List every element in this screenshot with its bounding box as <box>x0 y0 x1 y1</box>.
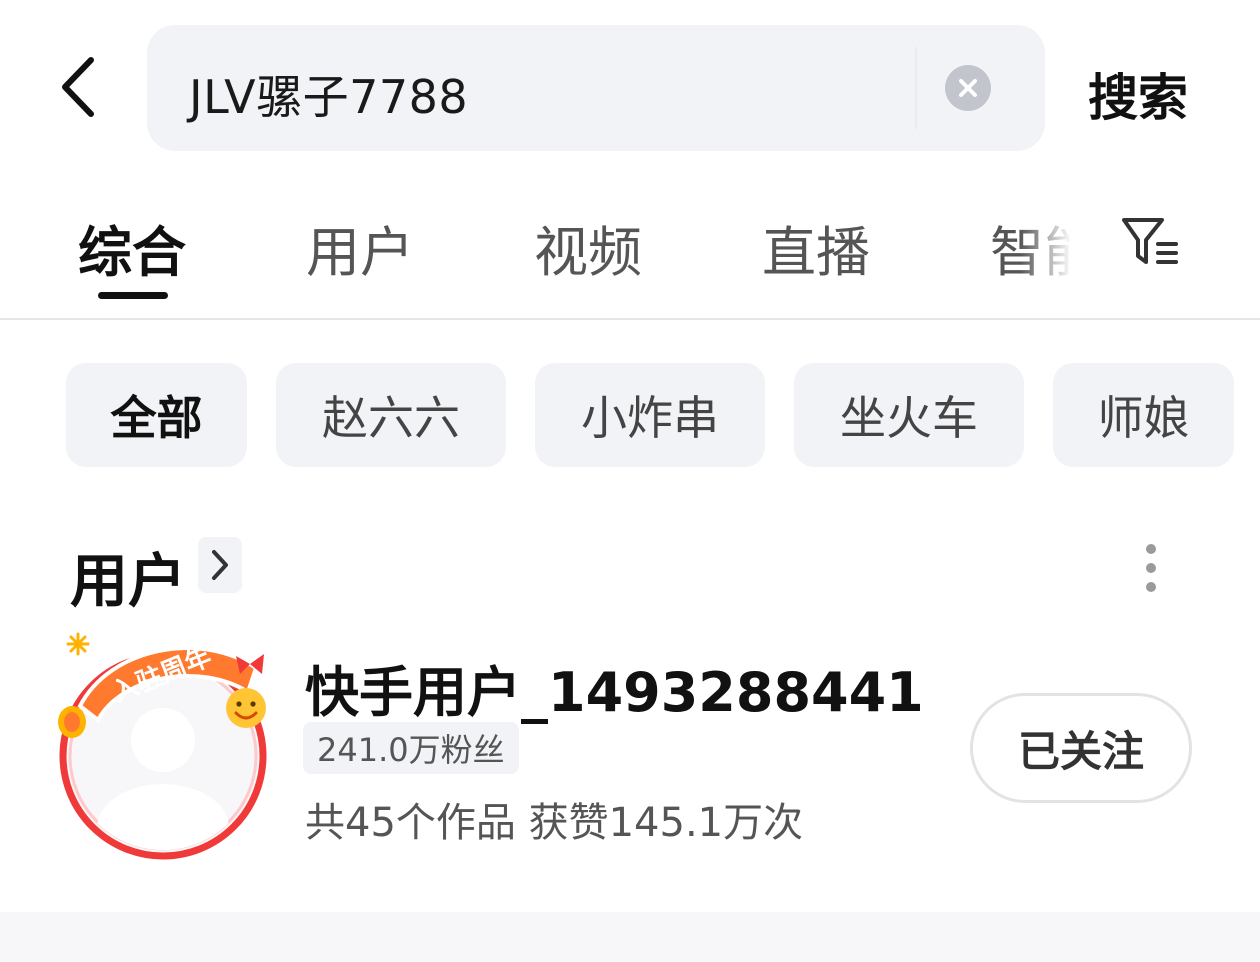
search-results-page: JLV骡子7788 搜索 综合 用户 视频 直播 智能 全部 赵六六 小炸串 坐… <box>0 0 1260 962</box>
tab-live[interactable]: 直播 <box>762 208 870 287</box>
lantern-icon <box>58 706 86 738</box>
chip-zhao-liuliu[interactable]: 赵六六 <box>276 363 506 467</box>
tab-users[interactable]: 用户 <box>306 208 414 287</box>
more-dot <box>1146 563 1156 573</box>
users-section-title[interactable]: 用户 <box>70 534 186 618</box>
search-divider <box>915 47 917 129</box>
more-options-button[interactable] <box>1130 540 1172 596</box>
filter-button[interactable] <box>1118 210 1182 274</box>
users-section-more-button[interactable] <box>198 537 242 593</box>
close-icon <box>959 79 977 97</box>
more-vertical-icon <box>1146 544 1156 554</box>
section-separator <box>0 912 1260 962</box>
back-button[interactable] <box>44 52 114 122</box>
chip-xiao-zhachuan[interactable]: 小炸串 <box>535 363 765 467</box>
avatar-anniversary-frame: 入驻周年 <box>58 632 267 860</box>
search-button[interactable]: 搜索 <box>1088 58 1188 130</box>
more-dot <box>1146 582 1156 592</box>
search-input[interactable]: JLV骡子7788 <box>147 25 1045 151</box>
tab-comprehensive[interactable]: 综合 <box>78 208 186 287</box>
user-stats: 共45个作品 获赞145.1万次 <box>305 800 804 846</box>
chip-all[interactable]: 全部 <box>66 363 247 467</box>
clear-search-button[interactable] <box>945 65 991 111</box>
search-query-text[interactable]: JLV骡子7788 <box>189 61 468 127</box>
chip-zuo-huoche[interactable]: 坐火车 <box>794 363 1024 467</box>
result-tabs: 综合 用户 视频 直播 智能 <box>0 190 1070 300</box>
avatar[interactable]: 入驻周年 <box>50 628 276 864</box>
chip-shiniang[interactable]: 师娘 <box>1053 363 1234 467</box>
tab-overflow-fade <box>1020 190 1072 290</box>
tab-videos[interactable]: 视频 <box>534 208 642 287</box>
fans-count-badge: 241.0万粉丝 <box>303 722 519 774</box>
tabs-divider <box>0 318 1260 320</box>
chevron-right-icon <box>212 550 228 580</box>
follow-button[interactable]: 已关注 <box>970 693 1192 803</box>
chevron-left-icon <box>62 57 94 117</box>
smiley-icon <box>226 688 266 728</box>
active-tab-indicator <box>98 292 168 299</box>
filter-icon <box>1122 218 1178 264</box>
sparkle-icon <box>66 632 90 656</box>
user-name[interactable]: 快手用户_1493288441 <box>305 648 924 727</box>
